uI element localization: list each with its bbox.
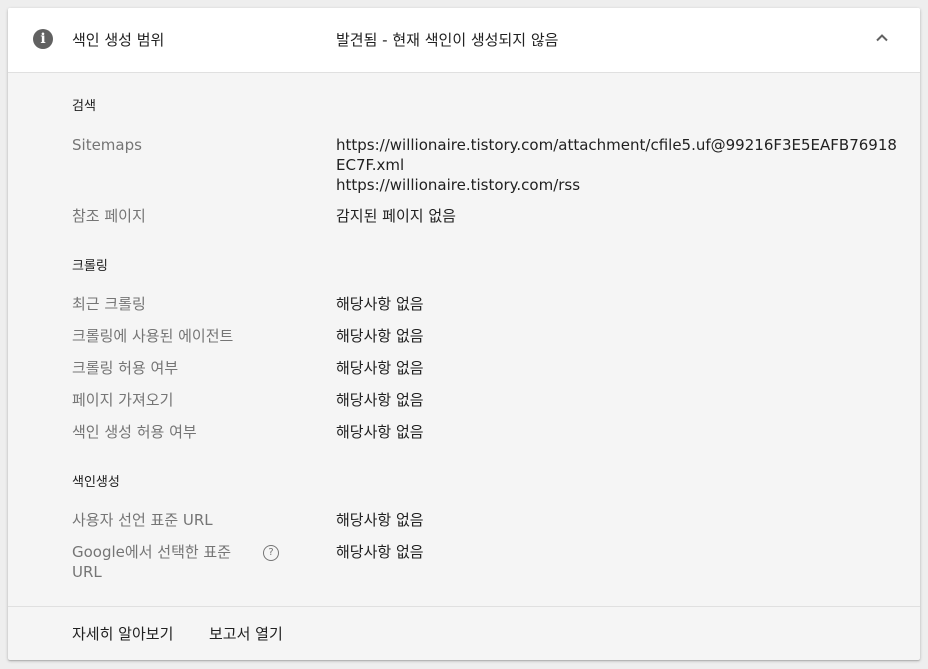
sitemap-url: https://willionaire.tistory.com/attachme… [336, 136, 897, 174]
row-label-user-canonical: 사용자 선언 표준 URL [72, 511, 213, 529]
row-value-last-crawl: 해당사항 없음 [336, 295, 424, 313]
row-value-user-canonical: 해당사항 없음 [336, 511, 424, 529]
row-value-crawl-allowed: 해당사항 없음 [336, 359, 424, 377]
row-label-google-canonical: Google에서 선택한 표준 URL [72, 543, 232, 581]
sitemap-url: https://willionaire.tistory.com/rss [336, 176, 581, 194]
row-label-indexing-allowed: 색인 생성 허용 여부 [72, 423, 197, 441]
row-label-sitemaps: Sitemaps [72, 136, 142, 154]
help-icon[interactable]: ? [263, 545, 279, 561]
row-label-crawled-as: 크롤링에 사용된 에이전트 [72, 327, 234, 345]
open-report-button[interactable]: 보고서 열기 [209, 623, 283, 644]
card-footer: 자세히 알아보기 보고서 열기 [8, 606, 920, 661]
learn-more-button[interactable]: 자세히 알아보기 [72, 623, 173, 644]
row-label-crawl-allowed: 크롤링 허용 여부 [72, 359, 179, 377]
row-value-google-canonical: 해당사항 없음 [336, 543, 424, 561]
row-value-referring-pages: 감지된 페이지 없음 [336, 207, 456, 225]
info-icon: i [33, 29, 53, 49]
card-header[interactable]: i 색인 생성 범위 발견됨 - 현재 색인이 생성되지 않음 [8, 8, 920, 73]
section-title-indexing: 색인생성 [72, 475, 120, 490]
row-label-last-crawl: 최근 크롤링 [72, 295, 146, 313]
section-title-crawl: 크롤링 [72, 259, 108, 274]
chevron-up-icon[interactable] [870, 26, 894, 50]
row-label-page-fetch: 페이지 가져오기 [72, 391, 174, 409]
row-label-referring-pages: 참조 페이지 [72, 207, 146, 225]
section-title-search: 검색 [72, 99, 96, 114]
index-coverage-card: i 색인 생성 범위 발견됨 - 현재 색인이 생성되지 않음 검색 Sitem… [8, 8, 920, 660]
header-title: 색인 생성 범위 [72, 31, 165, 49]
row-value-indexing-allowed: 해당사항 없음 [336, 423, 424, 441]
coverage-status: 발견됨 - 현재 색인이 생성되지 않음 [336, 31, 559, 49]
row-value-crawled-as: 해당사항 없음 [336, 327, 424, 345]
row-value-page-fetch: 해당사항 없음 [336, 391, 424, 409]
